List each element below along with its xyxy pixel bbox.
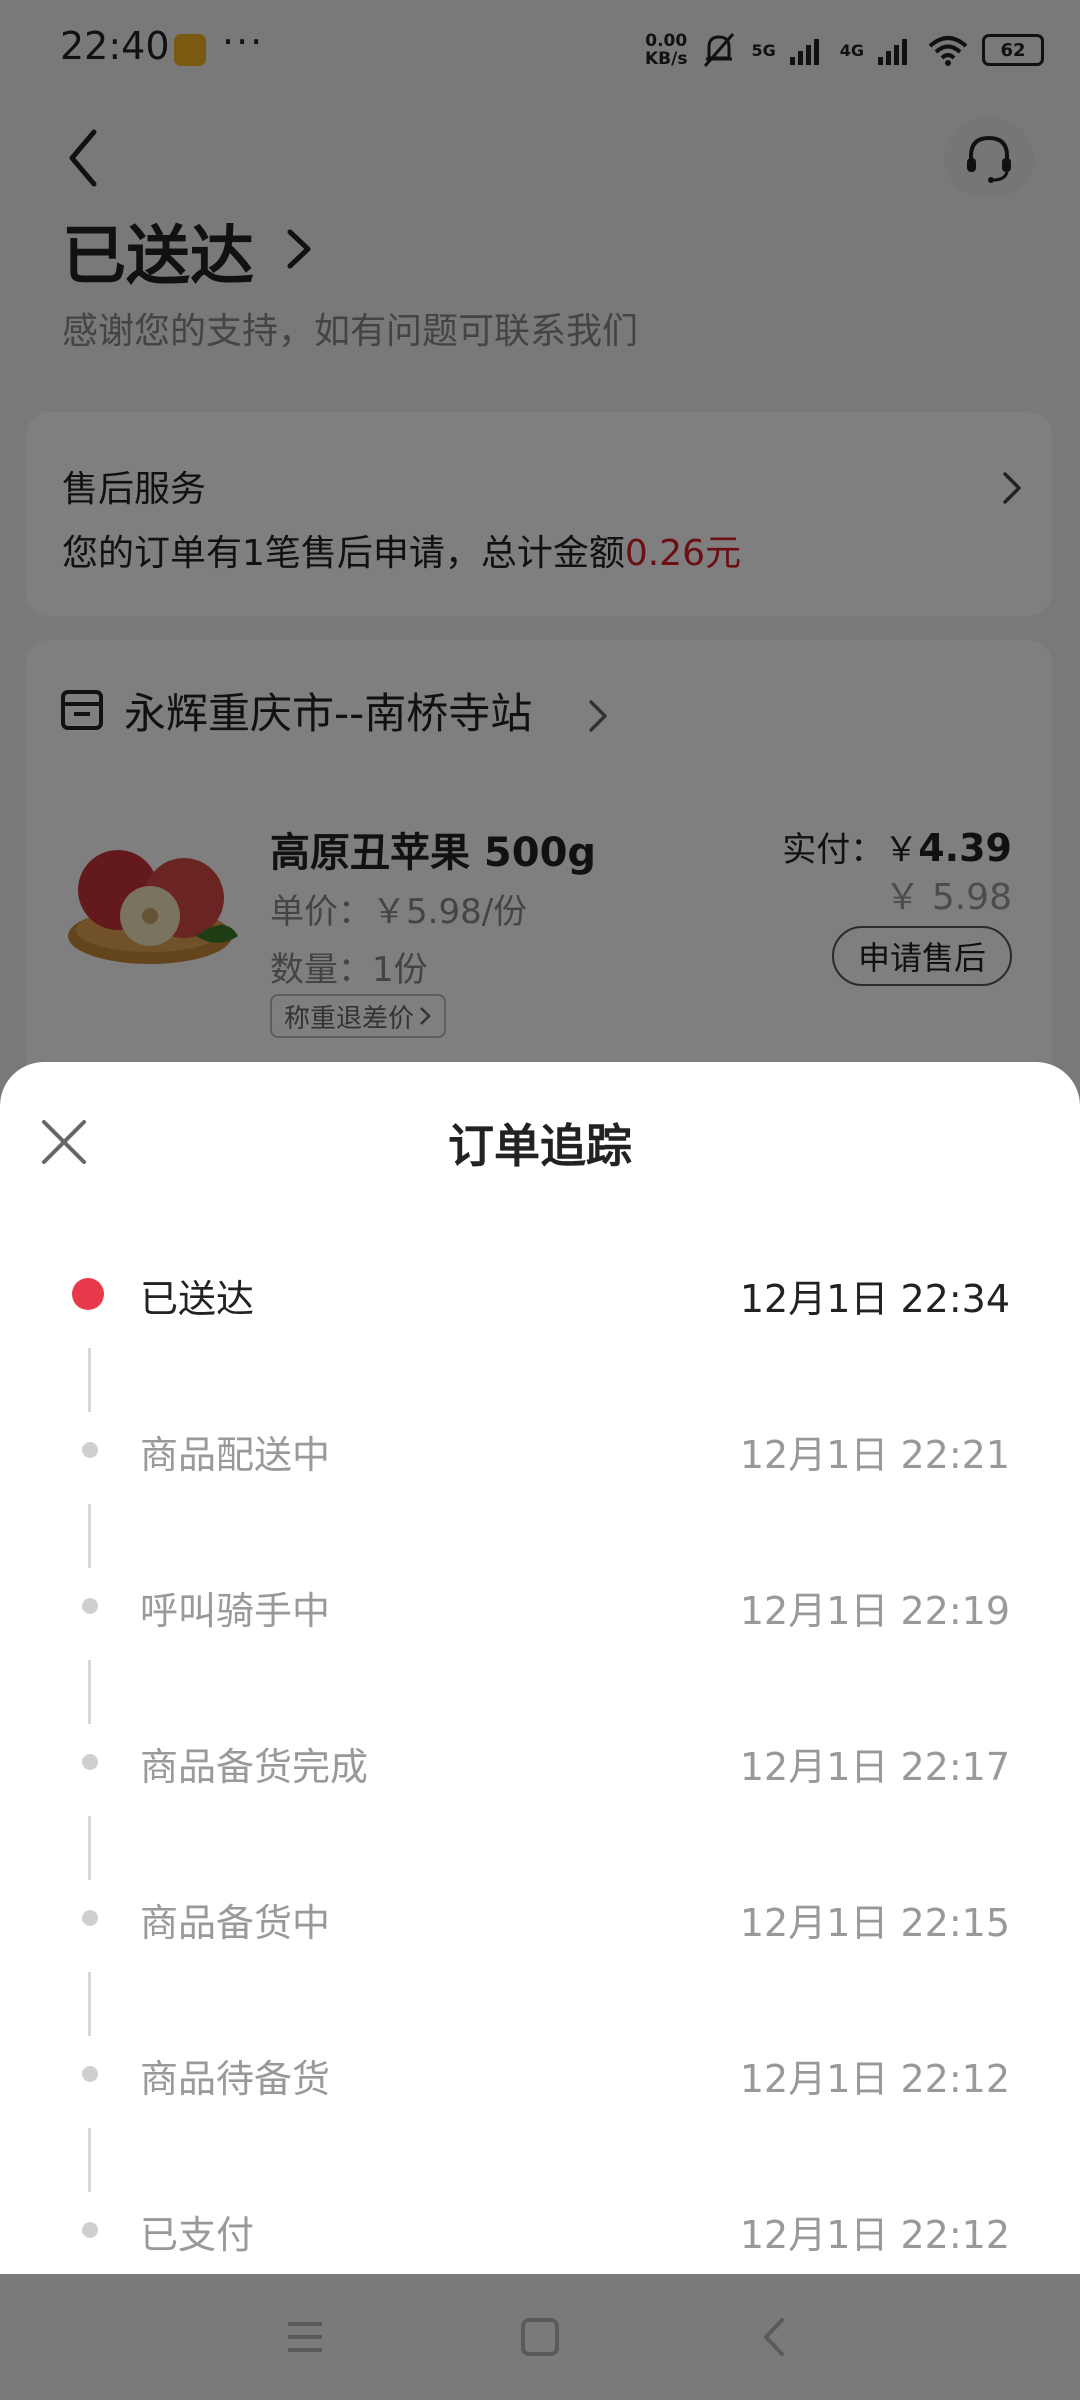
home-icon — [521, 2318, 559, 2356]
order-tracking-sheet: 订单追踪 已送达 12月1日 22:34 商品配送中 12月1日 22:21 呼… — [0, 1062, 1080, 2400]
menu-button[interactable] — [280, 2312, 330, 2362]
timeline-connector — [88, 1816, 91, 1880]
timeline-label: 已支付 — [140, 2213, 255, 2257]
timeline-label: 商品备货中 — [140, 1901, 331, 1945]
nav-back-button[interactable] — [750, 2312, 800, 2362]
timeline-connector — [88, 2128, 91, 2192]
timeline-label: 商品待备货 — [140, 2057, 331, 2101]
timeline-dot — [82, 1910, 98, 1926]
timeline-item: 商品备货中 12月1日 22:15 — [0, 1876, 1080, 2036]
timeline-dot — [82, 2066, 98, 2082]
timeline-label: 已送达 — [140, 1277, 255, 1321]
timeline-time: 12月1日 22:12 — [739, 2057, 1010, 2101]
timeline-time: 12月1日 22:34 — [739, 1277, 1010, 1321]
timeline-label: 商品配送中 — [140, 1433, 331, 1477]
timeline-dot — [82, 1442, 98, 1458]
timeline-item: 呼叫骑手中 12月1日 22:19 — [0, 1564, 1080, 1724]
timeline-dot-active — [72, 1278, 104, 1310]
home-button[interactable] — [515, 2312, 565, 2362]
timeline-connector — [88, 1348, 91, 1412]
timeline-connector — [88, 1660, 91, 1724]
timeline-time: 12月1日 22:17 — [739, 1745, 1010, 1789]
back-triangle-icon — [764, 2318, 784, 2356]
timeline-time: 12月1日 22:12 — [739, 2213, 1010, 2257]
timeline-item: 商品配送中 12月1日 22:21 — [0, 1408, 1080, 1568]
timeline-item: 商品备货完成 12月1日 22:17 — [0, 1720, 1080, 1880]
timeline-dot — [82, 2222, 98, 2238]
timeline-label: 呼叫骑手中 — [140, 1589, 331, 1633]
sheet-title: 订单追踪 — [448, 1119, 632, 1173]
timeline-dot — [82, 1598, 98, 1614]
timeline-time: 12月1日 22:19 — [739, 1589, 1010, 1633]
timeline-label: 商品备货完成 — [140, 1745, 369, 1789]
timeline-item: 商品待备货 12月1日 22:12 — [0, 2032, 1080, 2192]
system-nav-bar — [0, 2274, 1080, 2400]
timeline-time: 12月1日 22:21 — [739, 1433, 1010, 1477]
timeline-connector — [88, 1972, 91, 2036]
menu-icon — [288, 2322, 322, 2352]
timeline-connector — [88, 1504, 91, 1568]
timeline-time: 12月1日 22:15 — [739, 1901, 1010, 1945]
timeline-dot — [82, 1754, 98, 1770]
timeline-item: 已送达 12月1日 22:34 — [0, 1252, 1080, 1412]
